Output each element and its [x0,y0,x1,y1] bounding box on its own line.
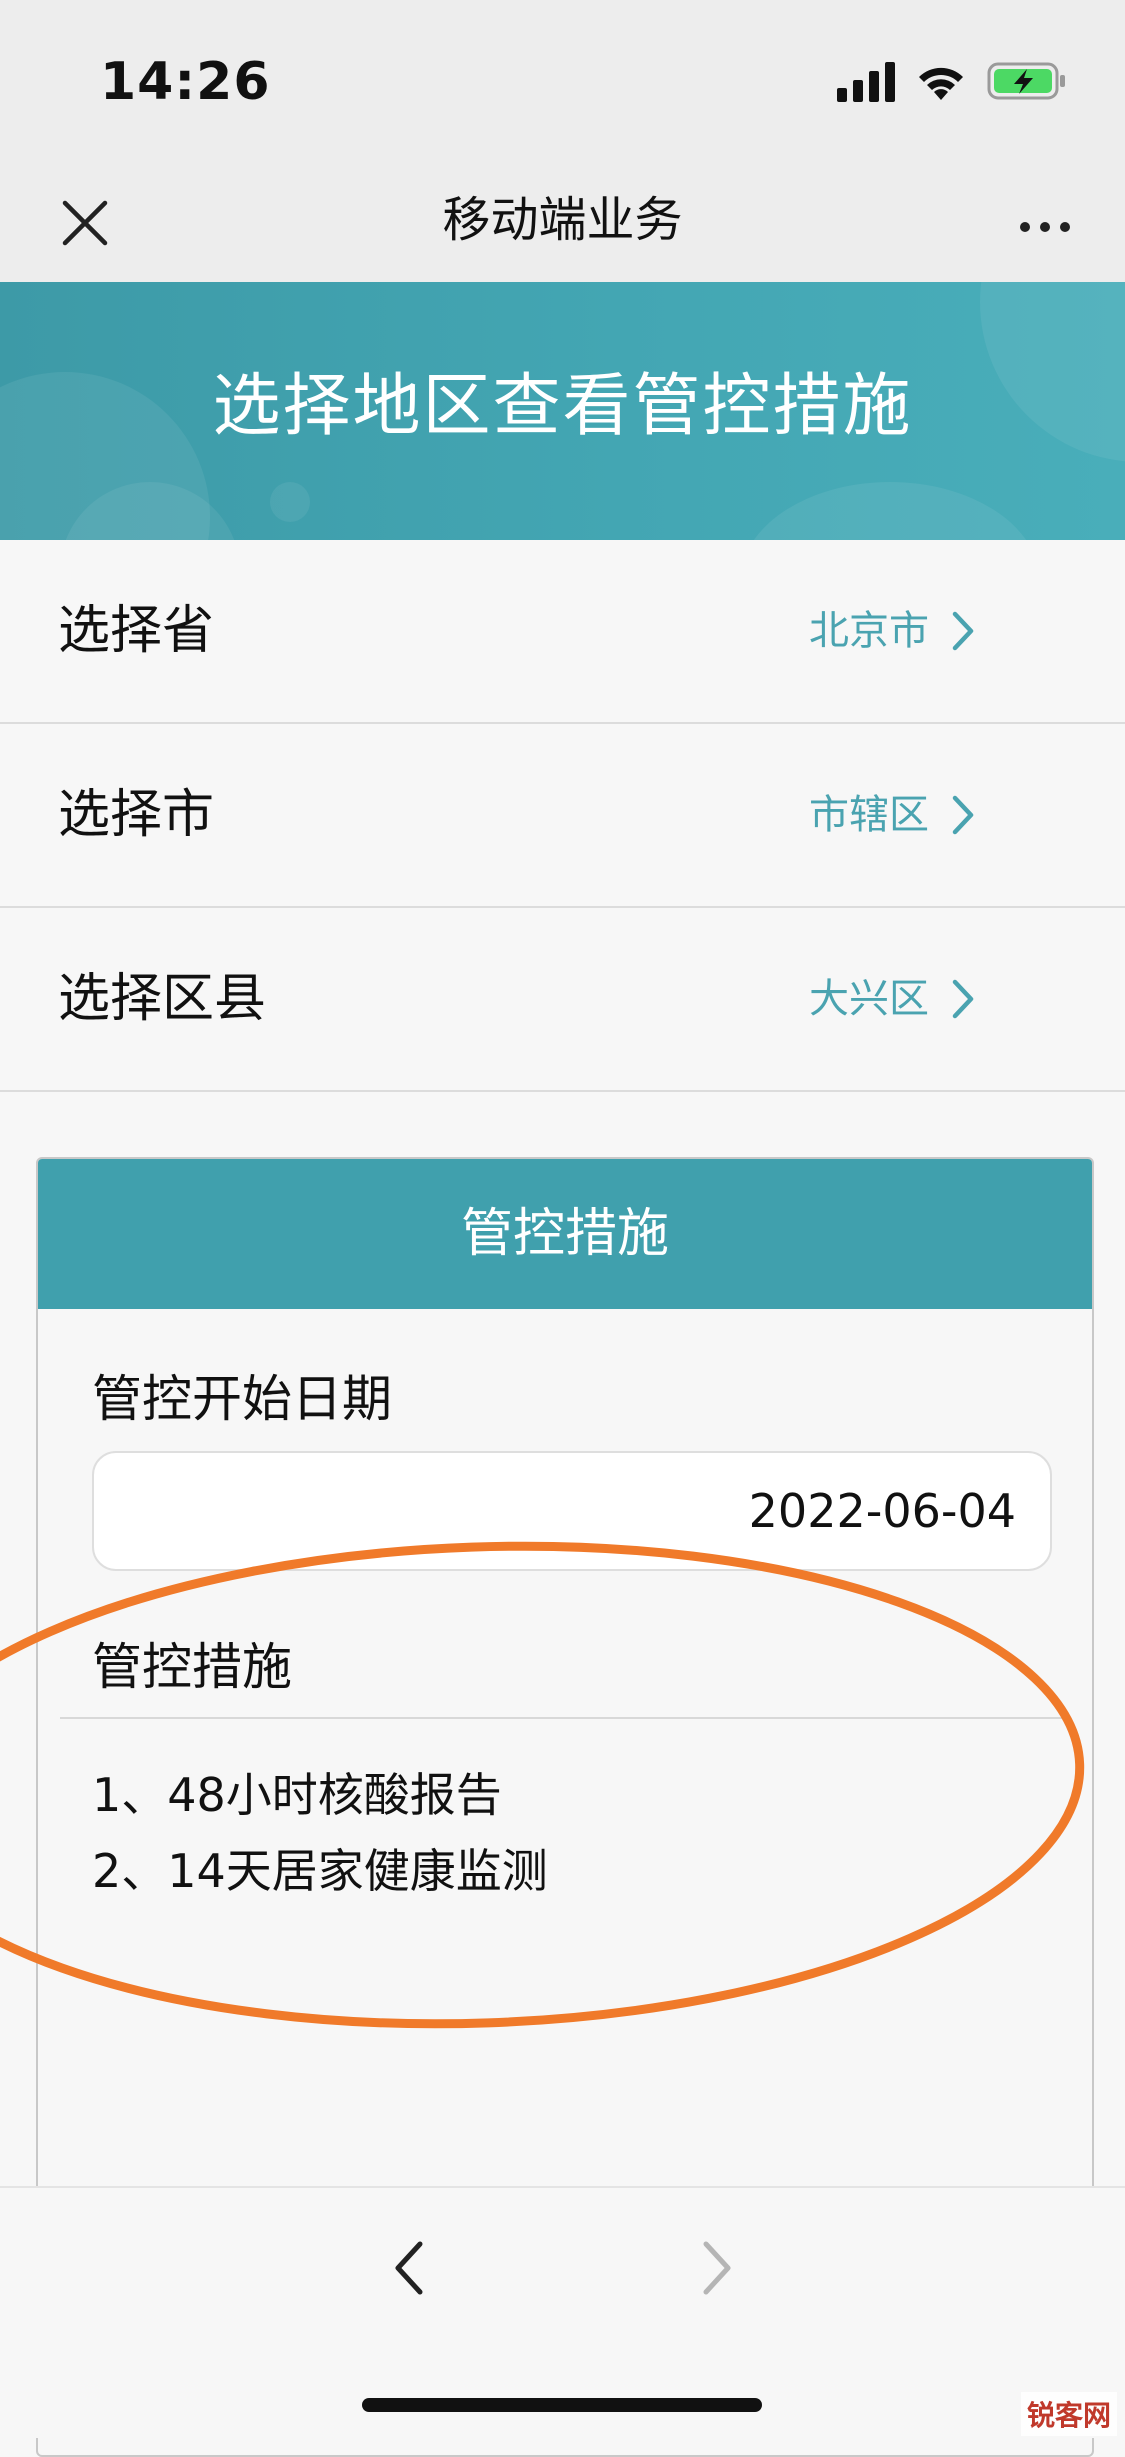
select-label: 选择省 [58,601,215,661]
more-dot-icon [1060,222,1070,232]
close-button[interactable] [50,188,120,258]
nav-bar: 移动端业务 [0,170,1125,282]
close-icon [62,200,108,246]
more-button[interactable] [1005,192,1085,262]
nav-title: 移动端业务 [442,192,683,248]
watermark-logo: 锐客网 [1020,2392,1117,2436]
chevron-right-icon [952,611,974,651]
province-select-row[interactable]: 选择省 北京市 [0,540,1125,724]
banner-title: 选择地区查看管控措施 [212,367,913,446]
cellular-signal-icon [837,58,895,102]
chevron-right-icon [952,979,974,1019]
bottom-toolbar [0,2186,1125,2438]
more-dot-icon [1040,222,1050,232]
card-header: 管控措施 [38,1159,1092,1309]
select-label: 选择市 [58,785,215,845]
back-button[interactable] [380,2238,440,2298]
district-select-row[interactable]: 选择区县 大兴区 [0,908,1125,1092]
measures-label: 管控措施 [92,1638,292,1696]
header-banner: 选择地区查看管控措施 [0,282,1125,540]
wifi-icon [915,60,967,102]
start-date-label: 管控开始日期 [92,1370,392,1428]
start-date-field[interactable]: 2022-06-04 [92,1451,1052,1571]
forward-button[interactable] [686,2238,746,2298]
measure-item: 1、48小时核酸报告 [92,1768,502,1822]
region-select-list: 选择省 北京市 选择市 市辖区 选择区县 大兴区 [0,540,1125,1092]
select-value: 市辖区 [809,792,929,838]
more-dot-icon [1020,222,1030,232]
status-bar: 14:26 [0,0,1125,170]
chevron-right-icon [952,795,974,835]
select-value: 大兴区 [809,976,929,1022]
select-value: 北京市 [809,608,929,654]
status-icons [837,58,1067,102]
measure-item: 2、14天居家健康监测 [92,1844,548,1898]
select-label: 选择区县 [58,969,267,1029]
city-select-row[interactable]: 选择市 市辖区 [0,724,1125,908]
home-indicator[interactable] [362,2398,762,2412]
battery-charging-icon [987,60,1067,102]
status-time: 14:26 [100,52,271,112]
divider [60,1717,1070,1719]
